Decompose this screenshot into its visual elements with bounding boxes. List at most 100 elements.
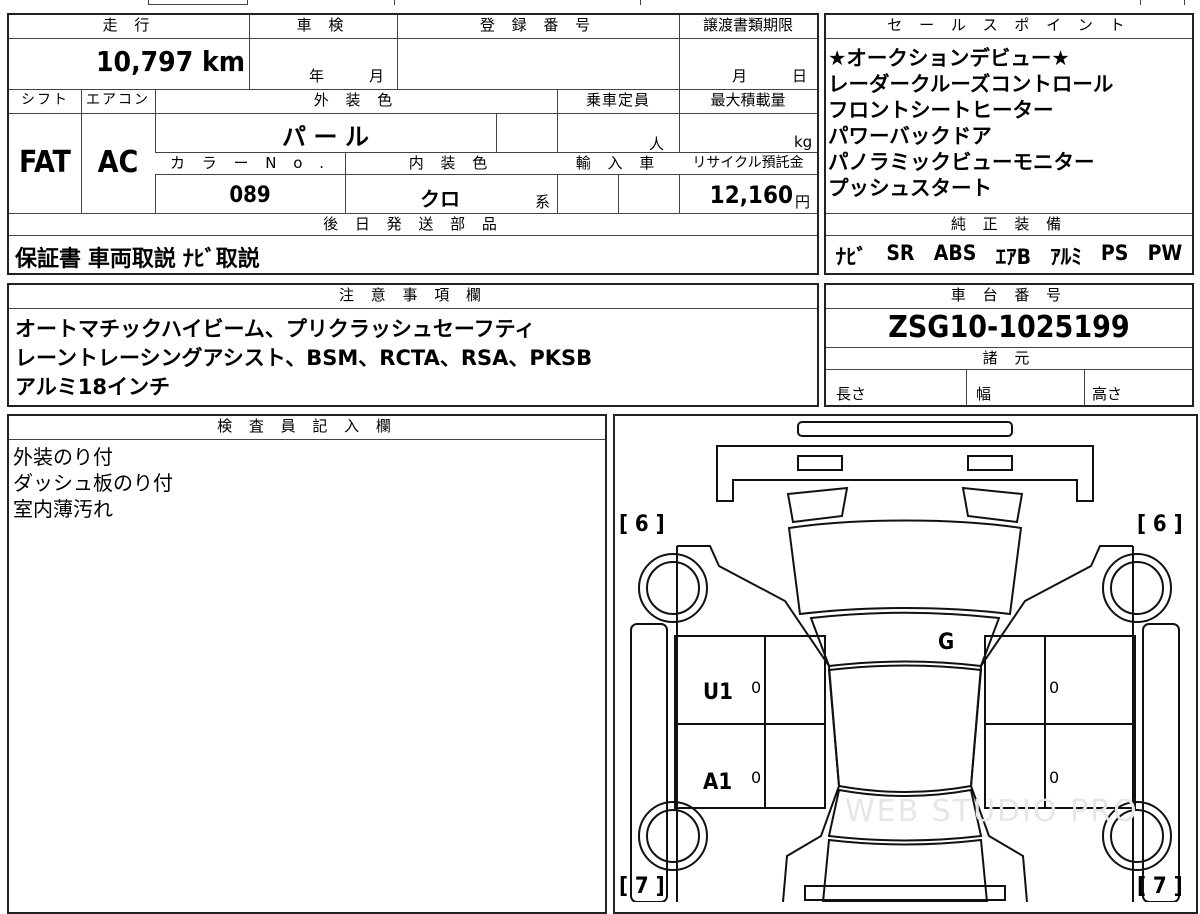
car-diagram [630,421,1180,902]
length-label: 長さ [836,385,867,403]
headlight-right [961,486,1024,524]
equipment-item: ｱﾙﾐ [1050,245,1082,269]
front-body [716,445,1094,502]
recycle-header: リサイクル預託金 [679,153,817,175]
chassis-value: ZSG10-1025199 [888,310,1130,345]
notes-line: アルミ18インチ [15,375,171,399]
capacity-unit: 人 [649,135,665,153]
maxload-unit: kg [794,133,813,151]
interior-header: 内 装 色 [345,153,557,175]
right-front-door [984,635,1136,725]
equipment-item: SR [886,241,915,265]
inspector-line: 室内薄汚れ [13,497,113,521]
tire-rear-left [638,801,708,871]
specs-header: 諸 元 [826,348,1192,370]
transfer-day-unit: 日 [792,67,808,85]
color-no-header: カ ラ ー N o . [155,153,345,175]
equipment-header: 純 正 装 備 [826,214,1192,236]
exterior-header: 外 装 色 [155,90,557,114]
equipment-item: ｴｱB [995,245,1031,269]
later-header: 後 日 発 送 部 品 [9,214,817,236]
equipment-item: ABS [933,241,977,265]
tire-front-left-inner [646,561,700,615]
left-front-door [674,635,826,725]
inspector-header: 検 査 員 記 入 欄 [9,416,605,440]
sales-point: フロントシートヒーター [828,98,1054,122]
notes-line: レーントレーシングアシスト、BSM、RCTA、RSA、PKSB [15,346,593,370]
watermark: WEB STUDIO PRO [845,794,1139,829]
maxload-header: 最大積載量 [679,90,817,114]
inspector-box: 検 査 員 記 入 欄 外装のり付 ダッシュ板のり付 室内薄汚れ [7,414,607,914]
tire-front-left [638,553,708,623]
rear-left-tire-label: [ 7 ] [619,874,665,899]
trunk [821,838,989,902]
front-right-door-small: 0 [1049,678,1060,697]
front-right-tire-label: [ 6 ] [1137,512,1183,537]
recycle-unit: 円 [795,193,811,211]
inspection-month-unit: 月 [369,67,385,85]
sales-point: パワーバックドア [828,124,992,148]
width-label: 幅 [976,385,992,403]
mileage-value: 10,797 km [96,45,245,78]
vehicle-info-table: 走 行 車 検 登 録 番 号 譲渡書類期限 10,797 km 年 月 月 日… [7,13,819,275]
sales-point: パノラミックビューモニター [828,150,1095,174]
aircon-value: AC [97,145,139,180]
rear-left-door-small: 0 [751,768,762,787]
headlight-left [786,486,849,524]
rear-right-tire-label: [ 7 ] [1137,874,1183,899]
capacity-header: 乗車定員 [557,90,679,114]
tire-front-right-inner [1110,561,1164,615]
sales-points-box: セ ー ル ス ポ イ ン ト ★オークションデビュー★ レーダークルーズコント… [824,13,1194,275]
chassis-box: 車 台 番 号 ZSG10-1025199 諸 元 長さ 幅 高さ [824,283,1194,407]
rear-right-door-small: 0 [1049,768,1060,787]
transfer-header: 譲渡書類期限 [679,15,817,39]
car-diagram-box: [ 6 ] [ 6 ] [ 7 ] [ 7 ] G U1 A1 0 0 0 0 … [613,414,1198,914]
hood [787,519,1023,616]
windshield [809,611,1001,668]
interior-value: クロ [420,187,460,211]
front-left-tire-label: [ 6 ] [619,512,665,537]
recycle-value: 12,160 [709,181,793,209]
left-rear-door [674,723,826,809]
roof [827,664,983,793]
sales-header: セ ー ル ス ポ イ ン ト [826,15,1192,39]
equipment-item: ﾅﾋﾞ [835,245,868,269]
inspection-header: 車 検 [249,15,397,39]
notes-header: 注 意 事 項 欄 [9,285,817,309]
import-header: 輸 入 車 [557,153,679,175]
tire-rear-left-inner [646,809,700,863]
front-grille-right [967,455,1013,471]
inspection-year-unit: 年 [309,67,325,85]
registration-header: 登 録 番 号 [397,15,679,39]
sales-point: ★オークションデビュー★ [828,46,1070,70]
transfer-month-unit: 月 [732,67,748,85]
equipment-list: ﾅﾋﾞ SR ABS ｴｱB ｱﾙﾐ PS PW [826,241,1192,271]
top-strip [0,0,1200,6]
chassis-header: 車 台 番 号 [826,285,1192,309]
notes-line: オートマチックハイビーム、プリクラッシュセーフティ [15,317,536,341]
rear-left-door-mark: A1 [703,770,733,795]
front-bumper [797,421,1013,437]
shift-header: シフト [9,90,81,114]
sales-point: レーダークルーズコントロール [828,72,1114,96]
inspector-line: ダッシュ板のり付 [13,471,173,495]
equipment-item: PW [1147,241,1183,265]
front-left-door-small: 0 [751,678,762,697]
tire-front-right [1102,553,1172,623]
front-left-door-mark: U1 [703,680,733,705]
shift-value: FAT [19,145,71,180]
notes-box: 注 意 事 項 欄 オートマチックハイビーム、プリクラッシュセーフティ レーント… [7,283,819,407]
interior-suffix: 系 [535,193,551,211]
aircon-header: エアコン [81,90,155,114]
mileage-header: 走 行 [9,15,249,39]
exterior-value: パ ー ル [281,123,370,151]
equipment-item: PS [1100,241,1129,265]
height-label: 高さ [1092,385,1123,403]
front-grille-left [797,455,843,471]
windshield-mark: G [938,630,955,655]
rear-bumper [804,885,1006,901]
sales-point: プッシュスタート [828,176,992,200]
color-no-value: 089 [229,183,271,208]
inspector-line: 外装のり付 [13,445,113,469]
later-value: 保証書 車両取説 ﾅﾋﾞ取説 [15,247,260,272]
